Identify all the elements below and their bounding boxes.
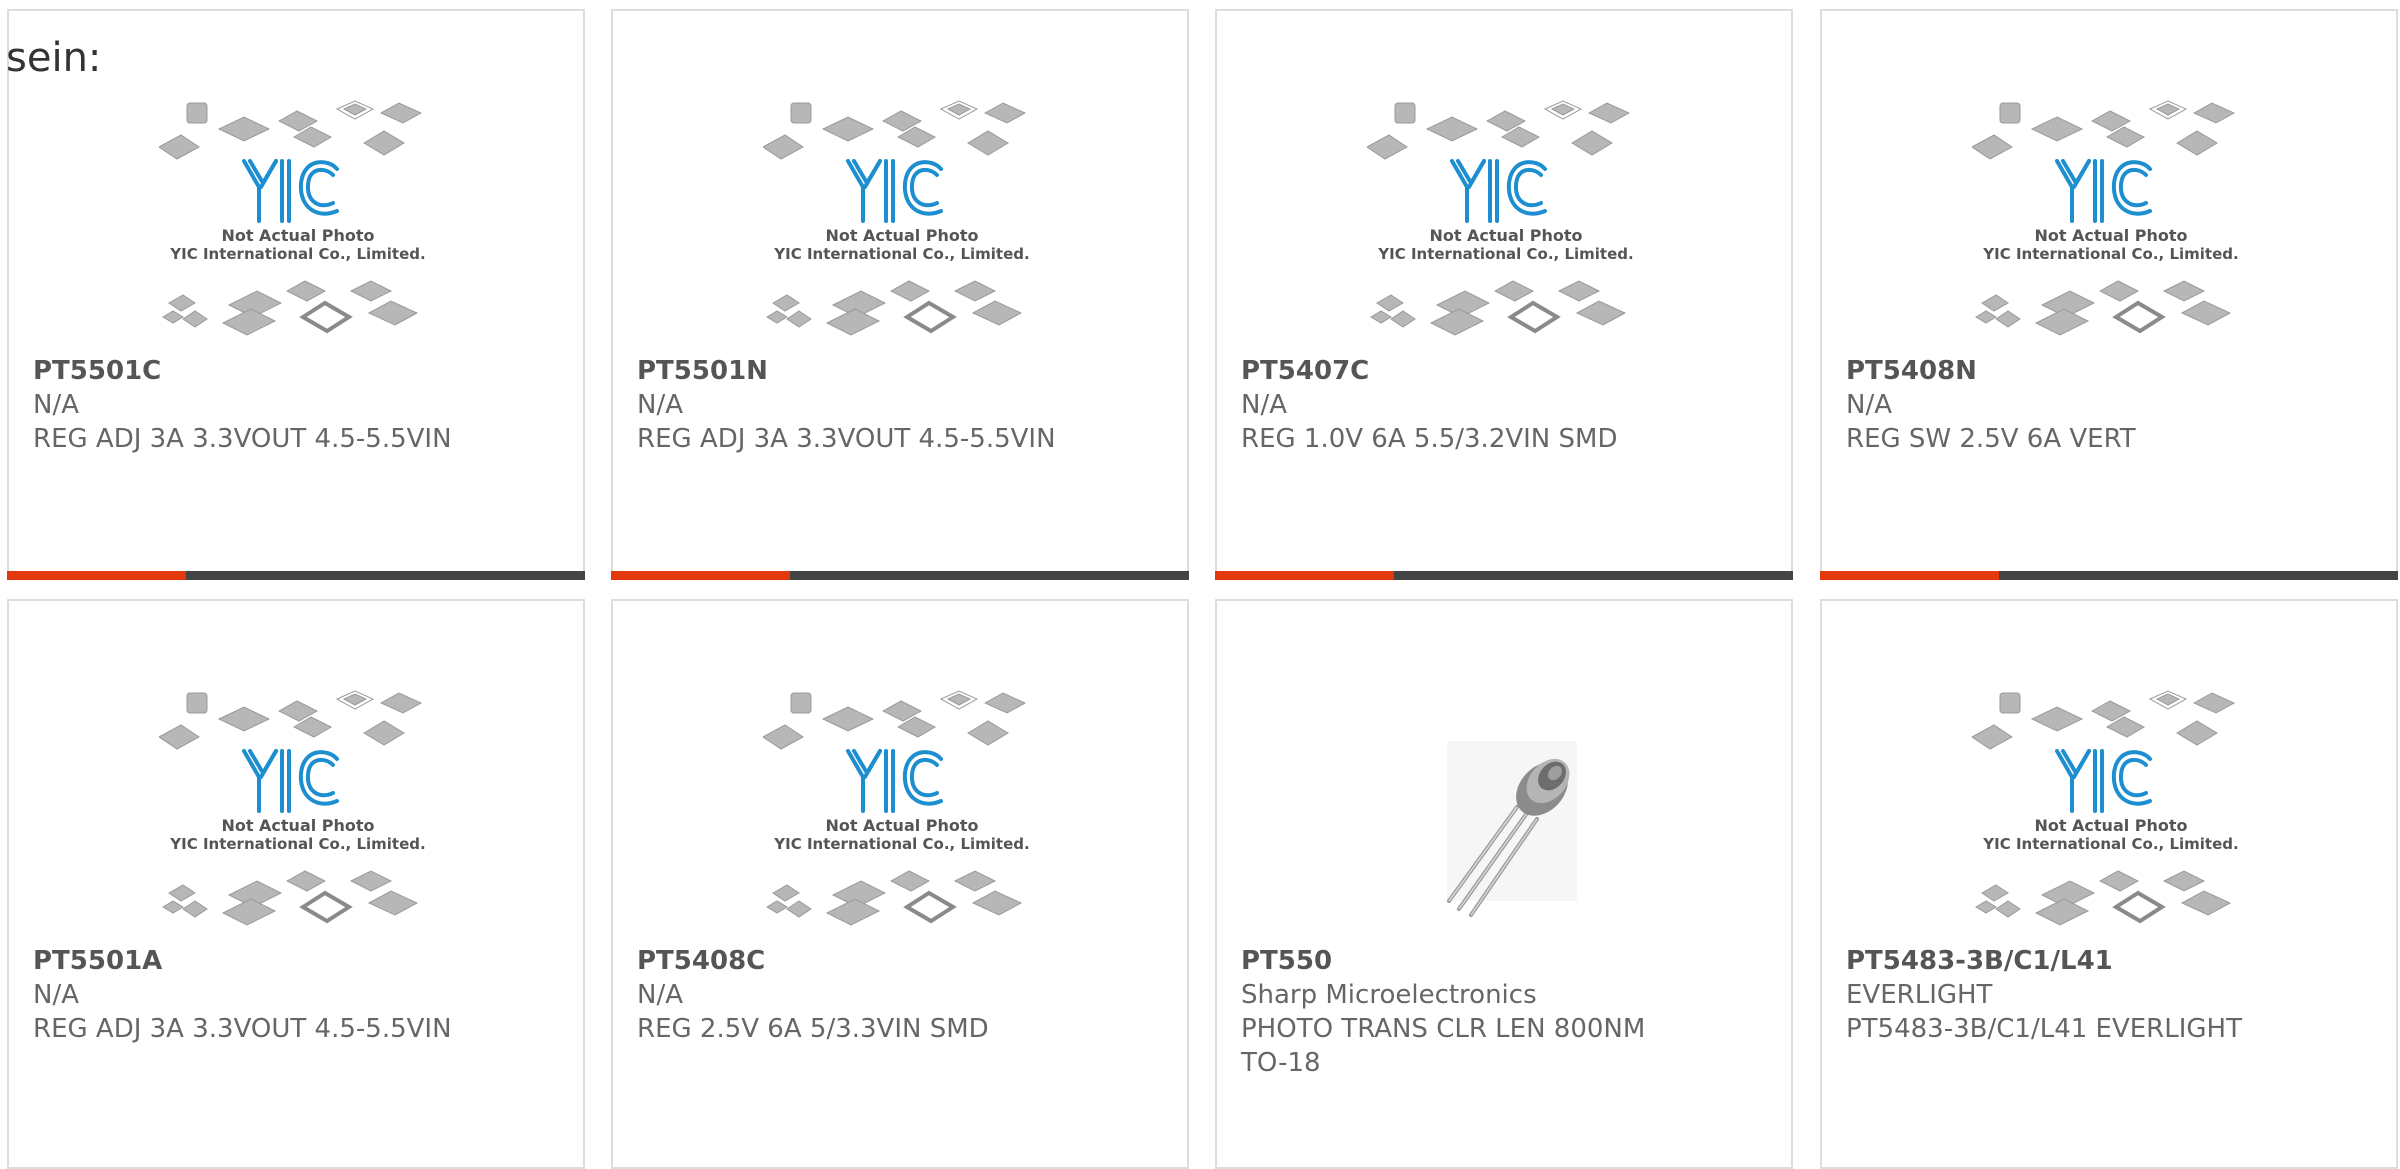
product-image[interactable]: Not Actual Photo YIC International Co., … <box>1366 91 1645 347</box>
part-number[interactable]: PT5407C <box>1241 354 1771 388</box>
product-info: PT550 Sharp Microelectronics PHOTO TRANS C… <box>1241 944 1771 1080</box>
product-info: PT5407C N/A REG 1.0V 6A 5.5/3.2VIN SMD <box>1241 354 1771 456</box>
product-image[interactable]: Not Actual Photo YIC International Co., … <box>158 91 437 347</box>
product-image[interactable]: Not Actual Photo YIC International Co., … <box>158 681 437 937</box>
description: REG SW 2.5V 6A VERT <box>1846 424 2136 454</box>
manufacturer: N/A <box>33 390 79 420</box>
manufacturer: N/A <box>33 980 79 1010</box>
description: REG ADJ 3A 3.3VOUT 4.5-5.5VIN <box>33 1014 452 1044</box>
product-card[interactable]: Not Actual Photo YIC International Co., … <box>1215 9 1793 580</box>
description: PHOTO TRANS CLR LEN 800NM TO-18 <box>1241 1014 1646 1078</box>
caption-line2: YIC International Co., Limited. <box>1377 245 1633 263</box>
description: REG 1.0V 6A 5.5/3.2VIN SMD <box>1241 424 1618 454</box>
card-progress-bar <box>1215 571 1793 580</box>
product-image[interactable]: Not Actual Photo YIC International Co., … <box>762 681 1041 937</box>
manufacturer: Sharp Microelectronics <box>1241 980 1537 1010</box>
caption-line1: Not Actual Photo <box>2034 226 2187 245</box>
manufacturer: N/A <box>1241 390 1287 420</box>
manufacturer: N/A <box>1846 390 1892 420</box>
part-number[interactable]: PT5501C <box>33 354 563 388</box>
manufacturer: N/A <box>637 390 683 420</box>
card-progress-bar <box>1820 571 2398 580</box>
product-card[interactable]: Not Actual Photo YIC International Co., … <box>7 599 585 1169</box>
card-progress-accent <box>1820 571 2000 580</box>
not-actual-photo-image: Not Actual Photo YIC International Co., … <box>762 690 1030 926</box>
not-actual-photo-image: Not Actual Photo YIC International Co., … <box>762 100 1030 336</box>
part-number[interactable]: PT5501A <box>33 944 563 978</box>
part-number[interactable]: PT5408C <box>637 944 1167 978</box>
caption-line2: YIC International Co., Limited. <box>773 835 1029 853</box>
not-actual-photo-image: Not Actual Photo YIC International Co., … <box>1971 690 2239 926</box>
product-image[interactable] <box>1367 681 1645 937</box>
product-info: PT5408N N/A REG SW 2.5V 6A VERT <box>1846 354 2376 456</box>
phototransistor-image <box>1447 741 1577 917</box>
lead-text: sein: <box>6 35 102 81</box>
caption-line1: Not Actual Photo <box>825 226 978 245</box>
product-info: PT5408C N/A REG 2.5V 6A 5/3.3VIN SMD <box>637 944 1167 1046</box>
product-image[interactable]: Not Actual Photo YIC International Co., … <box>762 91 1041 347</box>
caption-line1: Not Actual Photo <box>825 816 978 835</box>
product-info: PT5501C N/A REG ADJ 3A 3.3VOUT 4.5-5.5VIN <box>33 354 563 456</box>
part-number[interactable]: PT5501N <box>637 354 1167 388</box>
caption-line2: YIC International Co., Limited. <box>773 245 1029 263</box>
card-progress-bar <box>611 571 1189 580</box>
caption-line2: YIC International Co., Limited. <box>1982 245 2238 263</box>
not-actual-photo-image: Not Actual Photo YIC International Co., … <box>1366 100 1634 336</box>
caption-line2: YIC International Co., Limited. <box>169 835 425 853</box>
caption-line1: Not Actual Photo <box>1429 226 1582 245</box>
product-info: PT5483-3B/C1/L41 EVERLIGHT PT5483-3B/C1/L4… <box>1846 944 2376 1046</box>
not-actual-photo-image: Not Actual Photo YIC International Co., … <box>1971 100 2239 336</box>
part-number[interactable]: PT5408N <box>1846 354 2376 388</box>
part-number[interactable]: PT5483-3B/C1/L41 <box>1846 944 2376 978</box>
product-image[interactable]: Not Actual Photo YIC International Co., … <box>1971 681 2250 937</box>
manufacturer: N/A <box>637 980 683 1010</box>
not-actual-photo-image: Not Actual Photo YIC International Co., … <box>158 100 426 336</box>
not-actual-photo-image: Not Actual Photo YIC International Co., … <box>158 690 426 926</box>
part-number[interactable]: PT550 <box>1241 944 1771 978</box>
card-progress-accent <box>1215 571 1395 580</box>
product-card[interactable]: PT550 Sharp Microelectronics PHOTO TRANS C… <box>1215 599 1793 1169</box>
product-card[interactable]: Not Actual Photo YIC International Co., … <box>7 9 585 580</box>
caption-line2: YIC International Co., Limited. <box>1982 835 2238 853</box>
product-card[interactable]: Not Actual Photo YIC International Co., … <box>1820 599 2398 1169</box>
caption-line2: YIC International Co., Limited. <box>169 245 425 263</box>
product-info: PT5501N N/A REG ADJ 3A 3.3VOUT 4.5-5.5VIN <box>637 354 1167 456</box>
product-card[interactable]: Not Actual Photo YIC International Co., … <box>611 9 1189 580</box>
card-progress-accent <box>7 571 187 580</box>
description: REG 2.5V 6A 5/3.3VIN SMD <box>637 1014 989 1044</box>
caption-line1: Not Actual Photo <box>221 816 374 835</box>
description: REG ADJ 3A 3.3VOUT 4.5-5.5VIN <box>33 424 452 454</box>
product-info: PT5501A N/A REG ADJ 3A 3.3VOUT 4.5-5.5VIN <box>33 944 563 1046</box>
product-card[interactable]: Not Actual Photo YIC International Co., … <box>1820 9 2398 580</box>
caption-line1: Not Actual Photo <box>2034 816 2187 835</box>
card-progress-accent <box>611 571 791 580</box>
card-progress-bar <box>7 571 585 580</box>
product-image[interactable]: Not Actual Photo YIC International Co., … <box>1971 91 2250 347</box>
description: PT5483-3B/C1/L41 EVERLIGHT <box>1846 1014 2242 1044</box>
description: REG ADJ 3A 3.3VOUT 4.5-5.5VIN <box>637 424 1056 454</box>
product-card[interactable]: Not Actual Photo YIC International Co., … <box>611 599 1189 1169</box>
caption-line1: Not Actual Photo <box>221 226 374 245</box>
manufacturer: EVERLIGHT <box>1846 980 1993 1010</box>
